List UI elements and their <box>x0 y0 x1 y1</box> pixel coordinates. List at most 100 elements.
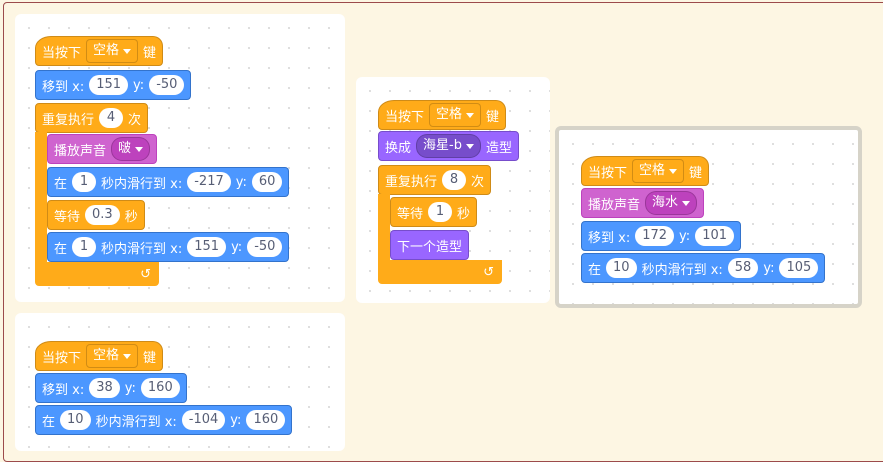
loop-arrow-icon: ↺ <box>483 264 494 280</box>
y-input[interactable]: 160 <box>140 378 180 398</box>
block-label: 当按下 <box>42 350 82 366</box>
key-dropdown[interactable]: 空格 <box>632 159 685 183</box>
x-input[interactable]: -104 <box>181 410 226 430</box>
y-input[interactable]: -50 <box>149 75 185 95</box>
block-label: 键 <box>143 350 157 366</box>
y-input[interactable]: 105 <box>779 258 819 278</box>
glide-block[interactable]: 在 1 秒内滑行到 x: 151 y: -50 <box>47 232 290 262</box>
repeat-count-input[interactable]: 8 <box>442 170 467 190</box>
block-label: 移到 x: <box>42 382 85 398</box>
chevron-down-icon <box>123 353 132 359</box>
script-card-4[interactable]: 当按下 空格 键 移到 x: 38 y: 160 在 10 秒内滑行到 x: -… <box>15 313 345 451</box>
next-costume-block[interactable]: 下一个造型 <box>390 230 470 260</box>
chevron-down-icon <box>123 48 132 54</box>
wait-block[interactable]: 等待 1 秒 <box>390 197 478 227</box>
block-label: 移到 x: <box>42 79 85 95</box>
when-key-pressed-block[interactable]: 当按下 空格 键 <box>35 36 164 66</box>
loop-arrow-icon: ↺ <box>140 266 151 282</box>
sound-dropdown[interactable]: 啵 <box>111 137 151 161</box>
block-label: y: <box>231 239 243 255</box>
block-label: 等待 <box>397 206 424 222</box>
wait-block[interactable]: 等待 0.3 秒 <box>47 200 145 230</box>
block-label: y: <box>133 77 145 93</box>
chevron-down-icon <box>669 168 678 174</box>
x-input[interactable]: 38 <box>89 378 120 398</box>
y-input[interactable]: 101 <box>695 226 735 246</box>
block-label: 换成 <box>385 140 412 156</box>
chevron-down-icon <box>682 200 691 206</box>
block-label: 秒内滑行到 x: <box>101 241 183 257</box>
sound-dropdown[interactable]: 海水 <box>645 191 698 215</box>
block-label: 键 <box>486 109 500 125</box>
chevron-down-icon <box>465 143 474 149</box>
when-key-pressed-block[interactable]: 当按下 空格 键 <box>581 156 710 186</box>
y-input[interactable]: 160 <box>246 410 286 430</box>
block-label: y: <box>763 260 775 276</box>
chevron-down-icon <box>135 146 144 152</box>
block-label: 次 <box>471 174 485 190</box>
secs-input[interactable]: 1 <box>72 172 97 192</box>
block-label: 秒 <box>124 209 138 225</box>
block-label: 在 <box>54 241 68 257</box>
y-input[interactable]: 60 <box>251 172 283 192</box>
block-label: y: <box>230 412 242 428</box>
block-label: 秒内滑行到 x: <box>101 176 183 192</box>
block-label: 当按下 <box>588 165 628 181</box>
block-label: 键 <box>143 45 157 61</box>
block-label: 在 <box>588 262 602 278</box>
goto-xy-block[interactable]: 移到 x: 38 y: 160 <box>35 373 187 403</box>
block-label: 等待 <box>54 209 81 225</box>
glide-block[interactable]: 在 10 秒内滑行到 x: -104 y: 160 <box>35 405 293 435</box>
switch-costume-block[interactable]: 换成 海星-b 造型 <box>378 131 519 161</box>
block-label: y: <box>679 228 691 244</box>
block-label: 次 <box>128 112 142 128</box>
block-label: 重复执行 <box>42 112 95 128</box>
block-label: 当按下 <box>385 109 425 125</box>
glide-block[interactable]: 在 1 秒内滑行到 x: -217 y: 60 <box>47 167 290 197</box>
block-label: y: <box>124 380 136 396</box>
block-label: 播放声音 <box>54 143 107 159</box>
repeat-block[interactable]: 重复执行 4 次 <box>35 103 149 133</box>
x-input[interactable]: 151 <box>187 237 227 257</box>
repeat-count-input[interactable]: 4 <box>99 108 124 128</box>
goto-xy-block[interactable]: 移到 x: 151 y: -50 <box>35 70 192 100</box>
block-label: 秒 <box>457 206 471 222</box>
glide-block[interactable]: 在 10 秒内滑行到 x: 58 y: 105 <box>581 253 826 283</box>
key-dropdown[interactable]: 空格 <box>429 103 482 127</box>
wait-secs-input[interactable]: 1 <box>428 202 453 222</box>
block-label: 重复执行 <box>385 174 438 190</box>
x-input[interactable]: 172 <box>635 226 675 246</box>
repeat-c-wall <box>35 132 47 272</box>
block-label: 造型 <box>485 140 512 156</box>
block-label: y: <box>235 174 247 190</box>
costume-dropdown[interactable]: 海星-b <box>416 134 481 158</box>
block-label: 移到 x: <box>588 230 631 246</box>
play-sound-block[interactable]: 播放声音 啵 <box>47 134 158 164</box>
when-key-pressed-block[interactable]: 当按下 空格 键 <box>35 341 164 371</box>
secs-input[interactable]: 10 <box>606 258 637 278</box>
block-label: 键 <box>689 165 703 181</box>
block-label: 在 <box>42 414 56 430</box>
key-dropdown[interactable]: 空格 <box>86 344 139 368</box>
goto-xy-block[interactable]: 移到 x: 172 y: 101 <box>581 221 742 251</box>
key-dropdown[interactable]: 空格 <box>86 39 139 63</box>
x-input[interactable]: 58 <box>727 258 759 278</box>
block-label: 下一个造型 <box>397 239 463 255</box>
when-key-pressed-block[interactable]: 当按下 空格 键 <box>378 100 507 130</box>
y-input[interactable]: -50 <box>247 237 283 257</box>
x-input[interactable]: -217 <box>187 172 231 192</box>
chevron-down-icon <box>466 112 475 118</box>
repeat-c-foot: ↺ <box>35 262 159 286</box>
script-card-1[interactable]: 当按下 空格 键 移到 x: 151 y: -50 重复执行 4 次 播放声音 … <box>15 14 345 302</box>
block-label: 在 <box>54 176 68 192</box>
secs-input[interactable]: 1 <box>72 237 97 257</box>
wait-secs-input[interactable]: 0.3 <box>85 205 120 225</box>
repeat-block[interactable]: 重复执行 8 次 <box>378 165 492 195</box>
x-input[interactable]: 151 <box>89 75 129 95</box>
script-card-2[interactable]: 当按下 空格 键 换成 海星-b 造型 重复执行 8 次 等待 1 秒 下一个造… <box>356 77 550 303</box>
block-label: 播放声音 <box>588 197 641 213</box>
secs-input[interactable]: 10 <box>60 410 91 430</box>
block-label: 秒内滑行到 x: <box>641 262 723 278</box>
play-sound-block[interactable]: 播放声音 海水 <box>581 188 705 218</box>
script-card-3[interactable]: 当按下 空格 键 播放声音 海水 移到 x: 172 y: 101 在 10 秒… <box>555 126 862 308</box>
